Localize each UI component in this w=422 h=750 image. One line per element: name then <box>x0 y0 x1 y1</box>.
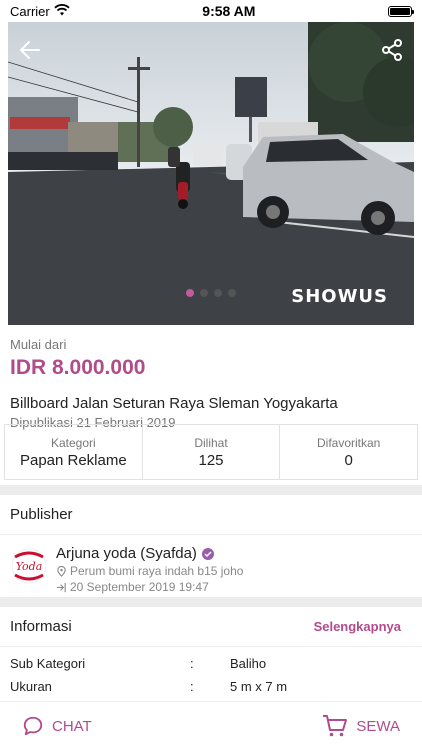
stat-label: Difavoritkan <box>317 436 381 450</box>
publisher-name-row: Arjuna yoda (Syafda) <box>56 545 243 562</box>
stat-category: Kategori Papan Reklame <box>5 425 143 479</box>
wifi-icon <box>54 3 70 19</box>
section-divider <box>0 485 422 495</box>
stat-value: Papan Reklame <box>19 452 127 469</box>
info-row-size: Ukuran : 5 m x 7 m <box>0 675 422 697</box>
stat-label: Kategori <box>50 436 96 450</box>
street-scene-image <box>8 22 414 325</box>
info-key: Sub Kategori <box>10 655 86 671</box>
info-heading: Informasi <box>10 618 72 635</box>
publisher-joined: 20 September 2019 19:47 <box>70 580 209 594</box>
listing-title: Billboard Jalan Seturan Raya Sleman Yogy… <box>10 395 338 412</box>
listing-photo[interactable]: SHOWUS <box>8 22 414 325</box>
location-pin-icon <box>57 565 66 577</box>
carrier-label: Carrier <box>10 3 50 19</box>
cart-icon <box>323 715 348 737</box>
price: IDR 8.000.000 <box>10 356 146 379</box>
rent-label: SEWA <box>356 717 400 735</box>
status-left: Carrier <box>10 4 70 19</box>
status-bar: Carrier 9:58 AM <box>0 0 422 22</box>
publisher-heading: Publisher <box>10 506 73 523</box>
carousel-dot[interactable] <box>200 289 208 297</box>
info-value: Baliho <box>230 655 267 671</box>
publisher-logo-text: Yoda <box>16 560 43 573</box>
publisher-card[interactable]: Yoda Arjuna yoda (Syafda) Perum bumi ray… <box>0 535 422 595</box>
publisher-logo: Yoda <box>12 548 46 584</box>
bottom-action-bar: CHAT SEWA <box>0 701 422 750</box>
info-row-sub-category: Sub Kategori : Baliho <box>0 652 422 674</box>
info-value: 5 m x 7 m <box>230 678 288 694</box>
chat-button[interactable]: CHAT <box>22 715 92 737</box>
publisher-name: Arjuna yoda (Syafda) <box>56 545 197 562</box>
login-arrow-icon <box>56 582 66 592</box>
stat-views: Dilihat 125 <box>143 425 281 479</box>
price-label: Mulai dari <box>10 337 67 352</box>
stat-favorites: Difavoritkan 0 <box>280 425 417 479</box>
stat-value: 125 <box>198 452 224 469</box>
publisher-address: Perum bumi raya indah b15 joho <box>70 564 244 578</box>
section-divider <box>0 597 422 607</box>
stats-row: Kategori Papan Reklame Dilihat 125 Difav… <box>4 424 418 480</box>
publisher-address-row: Perum bumi raya indah b15 joho <box>56 564 243 578</box>
share-icon <box>382 39 402 61</box>
rent-button[interactable]: SEWA <box>322 714 400 738</box>
share-button[interactable] <box>378 36 406 64</box>
carousel-dot[interactable] <box>214 289 222 297</box>
chat-bubble-icon <box>23 716 43 736</box>
info-key: Ukuran <box>10 678 52 694</box>
stat-value: 0 <box>344 452 353 469</box>
see-more-link[interactable]: Selengkapnya <box>314 619 412 634</box>
publisher-header: Publisher <box>0 495 422 535</box>
status-time: 9:58 AM <box>202 3 256 19</box>
verified-badge-icon <box>201 547 214 560</box>
stat-label: Dilihat <box>194 436 228 450</box>
carousel-dot[interactable] <box>186 289 194 297</box>
publisher-info: Arjuna yoda (Syafda) Perum bumi raya ind… <box>56 545 243 594</box>
info-header: Informasi Selengkapnya <box>0 607 422 647</box>
back-button[interactable] <box>16 36 44 64</box>
back-arrow-icon <box>20 41 40 59</box>
battery-icon <box>388 5 414 17</box>
chat-label: CHAT <box>52 717 92 735</box>
info-separator: : <box>190 678 194 694</box>
listing-summary: Mulai dari IDR 8.000.000 Billboard Jalan… <box>0 325 422 430</box>
publisher-joined-row: 20 September 2019 19:47 <box>56 580 243 594</box>
carousel-dots[interactable] <box>186 289 236 297</box>
carousel-dot[interactable] <box>228 289 236 297</box>
info-separator: : <box>190 655 194 671</box>
showus-watermark: SHOWUS <box>291 286 388 307</box>
